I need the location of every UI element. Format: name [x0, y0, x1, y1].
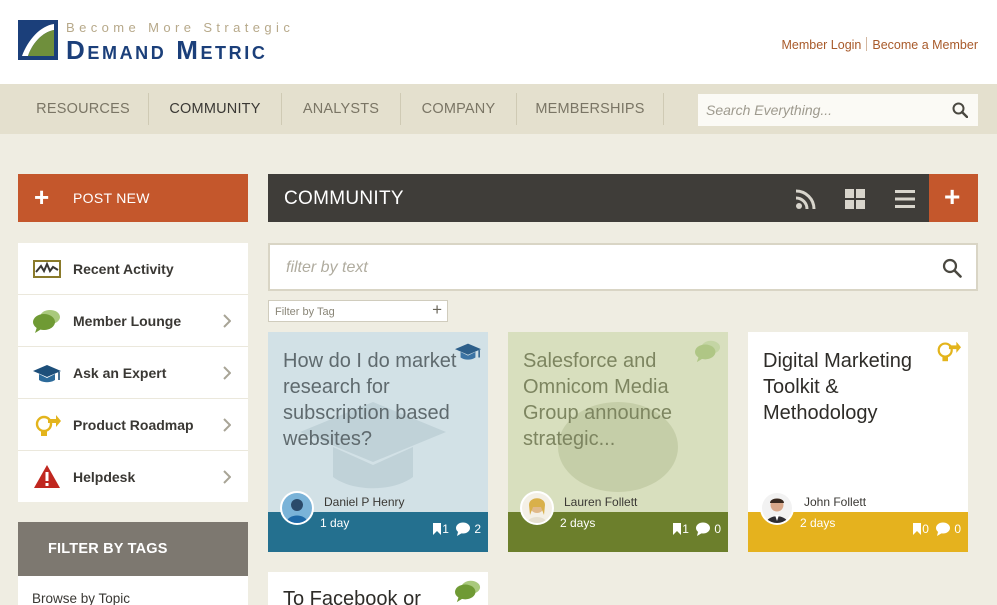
post-age: 2 days [800, 516, 836, 530]
lightbulb-arrow-icon [937, 341, 961, 362]
sidebar-menu: Recent Activity Member Lounge Ask an Exp… [18, 243, 248, 502]
sidebar-item-recent-activity[interactable]: Recent Activity [18, 243, 248, 295]
plus-icon: + [34, 182, 50, 212]
grid-view-icon[interactable] [844, 188, 866, 210]
avatar[interactable] [760, 491, 794, 525]
filter-by-tags-title: FILTER BY TAGS [48, 541, 168, 557]
graduation-cap-icon [455, 343, 481, 360]
chat-bubbles-icon [455, 580, 481, 603]
avatar[interactable] [280, 491, 314, 525]
nav-item-company[interactable]: COMPANY [401, 92, 516, 126]
chevron-right-icon [223, 470, 231, 484]
nav-item-analysts[interactable]: ANALYSTS [282, 92, 400, 126]
sidebar-item-ask-an-expert[interactable]: Ask an Expert [18, 347, 248, 399]
post-title[interactable]: Salesforce and Omnicom Media Group annou… [523, 348, 701, 452]
post-author[interactable]: Daniel P Henry [324, 495, 404, 509]
bookmark-count: 1 [682, 522, 689, 536]
sidebar-item-product-roadmap[interactable]: Product Roadmap [18, 399, 248, 451]
bookmark-icon [433, 523, 442, 535]
filter-by-tag-input[interactable]: Filter by Tag + [268, 300, 448, 322]
chevron-right-icon [223, 418, 231, 432]
nav-divider [663, 93, 664, 125]
search-icon[interactable] [942, 258, 962, 278]
bookmark-count: 0 [922, 522, 929, 536]
sidebar-item-label: Product Roadmap [73, 417, 194, 433]
post-card[interactable]: How do I do market research for subscrip… [268, 332, 488, 552]
account-links: Member Login Become a Member [781, 37, 978, 52]
comment-icon [936, 522, 951, 536]
comment-count: 0 [954, 522, 961, 536]
post-stats: 0 0 [912, 522, 961, 536]
add-post-button[interactable]: + [929, 174, 978, 222]
plus-icon: + [944, 181, 961, 212]
become-member-link[interactable]: Become a Member [872, 38, 978, 52]
post-new-button[interactable]: + POST NEW [18, 174, 248, 222]
post-title[interactable]: How do I do market research for subscrip… [283, 348, 461, 452]
browse-by-topic-section[interactable]: Browse by Topic [18, 576, 248, 605]
sidebar-item-label: Ask an Expert [73, 365, 167, 381]
activity-icon [33, 260, 61, 278]
post-age: 1 day [320, 516, 350, 530]
chevron-right-icon [223, 366, 231, 380]
main-nav: RESOURCES COMMUNITY ANALYSTS COMPANY MEM… [0, 84, 997, 134]
post-age: 2 days [560, 516, 596, 530]
avatar[interactable] [520, 491, 554, 525]
link-divider [866, 37, 868, 51]
search-placeholder: Search Everything... [706, 102, 833, 118]
brand-name[interactable]: Demand Metric [66, 35, 267, 66]
bookmark-count: 1 [442, 522, 449, 536]
sidebar-item-label: Recent Activity [73, 261, 174, 277]
nav-item-community[interactable]: COMMUNITY [149, 92, 281, 126]
post-title[interactable]: Digital Marketing Toolkit & Methodology [763, 348, 941, 426]
sidebar-item-label: Helpdesk [73, 469, 136, 485]
community-title: COMMUNITY [284, 188, 404, 209]
comment-icon [456, 522, 471, 536]
sidebar-item-member-lounge[interactable]: Member Lounge [18, 295, 248, 347]
add-tag-icon[interactable]: + [432, 300, 442, 320]
filter-by-tags-header: FILTER BY TAGS [18, 522, 248, 576]
community-toolbar: COMMUNITY + [268, 174, 978, 222]
global-search-input[interactable]: Search Everything... [698, 94, 978, 126]
comment-icon [696, 522, 711, 536]
chat-bubbles-icon [695, 340, 721, 363]
filter-text-placeholder: filter by text [286, 259, 368, 276]
graduation-cap-icon [33, 365, 61, 383]
post-author[interactable]: Lauren Follett [564, 495, 637, 509]
chat-bubbles-icon [33, 310, 60, 333]
filter-by-text-input[interactable]: filter by text [268, 243, 978, 291]
comment-count: 2 [474, 522, 481, 536]
member-login-link[interactable]: Member Login [781, 38, 861, 52]
comment-count: 0 [714, 522, 721, 536]
bookmark-icon [673, 523, 682, 535]
list-view-icon[interactable] [894, 188, 916, 210]
lightbulb-arrow-icon [35, 415, 61, 436]
chevron-right-icon [223, 314, 231, 328]
sidebar-item-label: Member Lounge [73, 313, 182, 329]
post-stats: 1 0 [672, 522, 721, 536]
post-title[interactable]: To Facebook or [283, 586, 461, 605]
site-header: Become More Strategic Demand Metric Memb… [0, 0, 997, 84]
browse-by-topic-label: Browse by Topic [32, 591, 131, 605]
post-card[interactable]: Salesforce and Omnicom Media Group annou… [508, 332, 728, 552]
sidebar-item-helpdesk[interactable]: Helpdesk [18, 451, 248, 503]
brand-tagline: Become More Strategic [66, 20, 295, 35]
rss-icon[interactable] [795, 188, 817, 210]
search-icon[interactable] [952, 102, 968, 118]
post-stats: 1 2 [432, 522, 481, 536]
logo-icon[interactable] [18, 20, 58, 60]
nav-item-memberships[interactable]: MEMBERSHIPS [517, 92, 663, 126]
warning-icon [34, 465, 60, 488]
post-card[interactable]: To Facebook or [268, 572, 488, 605]
post-card[interactable]: Digital Marketing Toolkit & Methodology … [748, 332, 968, 552]
nav-item-resources[interactable]: RESOURCES [18, 92, 148, 126]
filter-tag-placeholder: Filter by Tag [275, 306, 335, 318]
post-author[interactable]: John Follett [804, 495, 866, 509]
bookmark-icon [913, 523, 922, 535]
post-new-label: POST NEW [73, 190, 150, 206]
